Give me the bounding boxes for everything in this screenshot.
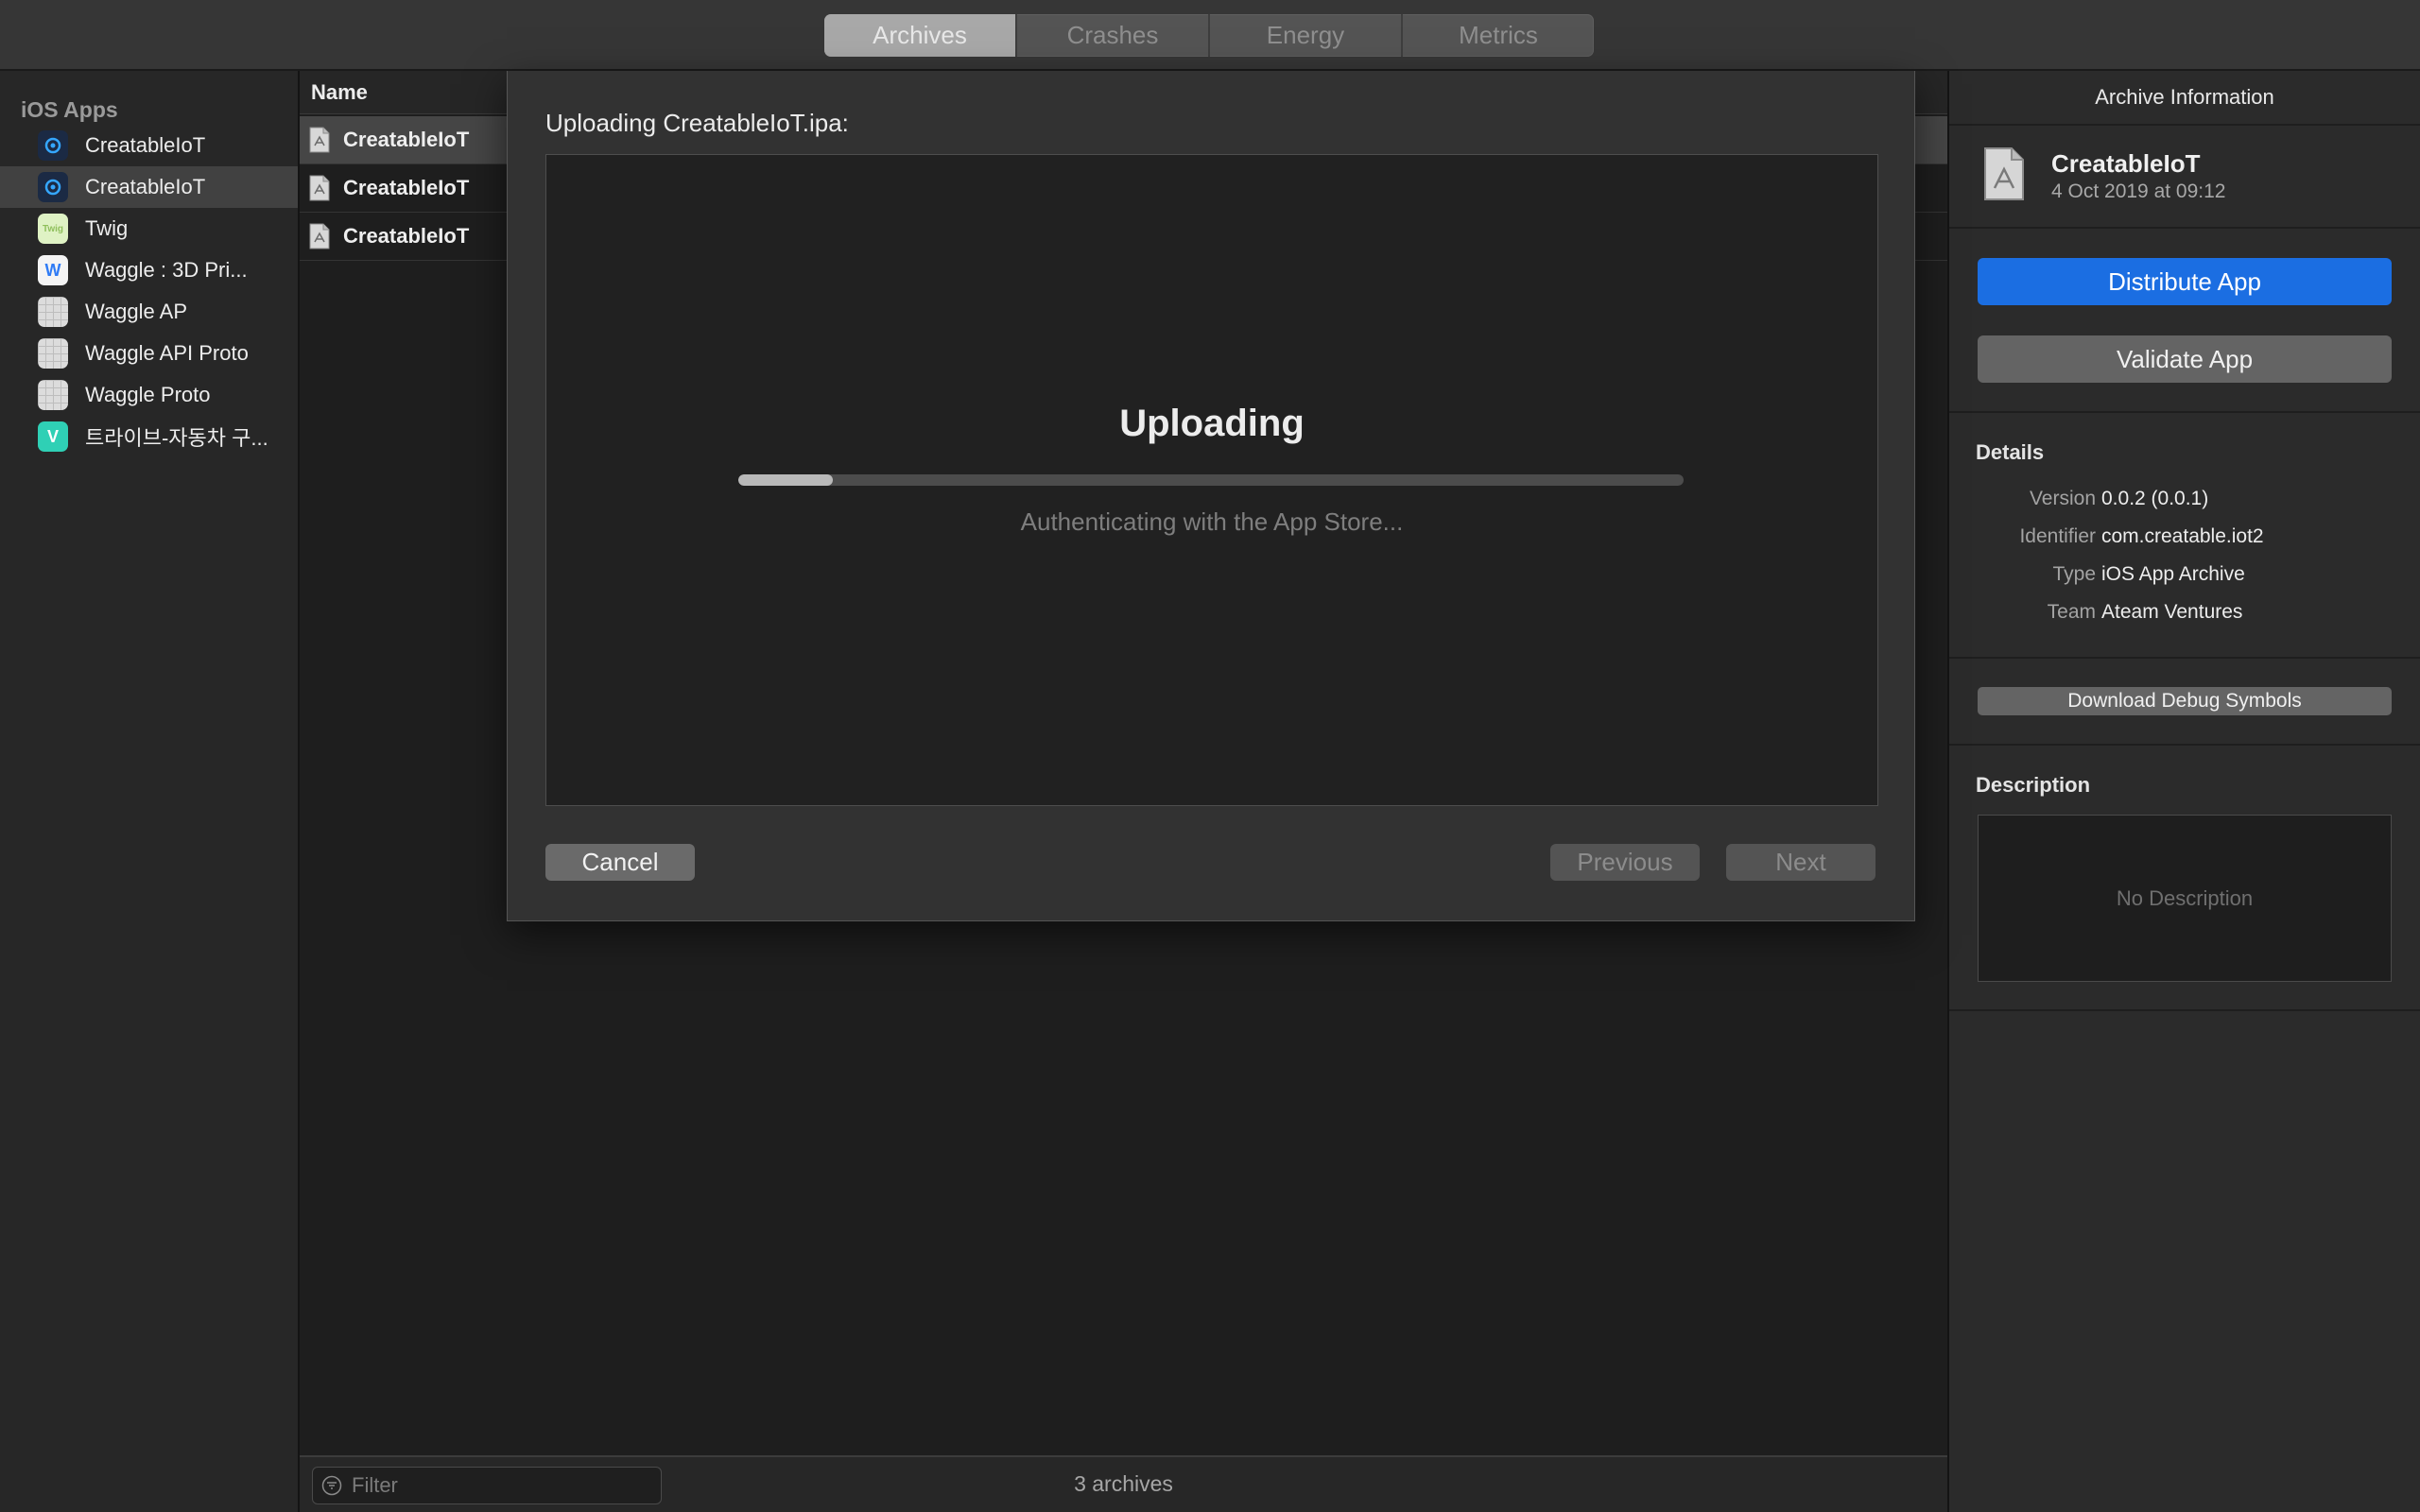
sheet-title: Uploading CreatableIoT.ipa: <box>545 109 849 137</box>
tab-energy[interactable]: Energy <box>1210 14 1403 57</box>
detail-identifier: Identifier com.creatable.iot2 <box>1949 525 2420 563</box>
detail-team: Team Ateam Ventures <box>1949 601 2420 639</box>
tab-metrics[interactable]: Metrics <box>1403 14 1594 57</box>
detail-value: Ateam Ventures <box>2101 601 2243 623</box>
detail-value: com.creatable.iot2 <box>2101 525 2264 547</box>
details-title: Details <box>1976 440 2045 464</box>
previous-button[interactable]: Previous <box>1550 844 1700 881</box>
detail-type: Type iOS App Archive <box>1949 563 2420 601</box>
archive-title: CreatableIoT <box>2051 149 2201 178</box>
divider <box>1949 1009 2420 1011</box>
sidebar-item-label: Waggle API Proto <box>85 341 249 365</box>
divider <box>1949 744 2420 746</box>
sidebar-item-waggle-proto[interactable]: Waggle Proto <box>0 374 298 416</box>
description-title: Description <box>1976 773 2091 797</box>
archive-name: CreatableIoT <box>343 224 470 248</box>
distribute-app-button[interactable]: Distribute App <box>1978 258 2392 305</box>
archive-name: CreatableIoT <box>343 176 470 199</box>
creatable-app-icon <box>38 130 68 161</box>
uploading-heading: Uploading <box>1119 403 1305 444</box>
bottom-bar: 3 archives <box>300 1455 1947 1512</box>
detail-key: Identifier <box>2019 525 2096 547</box>
detail-key: Type <box>2052 563 2096 585</box>
detail-version: Version 0.0.2 (0.0.1) <box>1949 488 2420 525</box>
detail-value: 0.0.2 (0.0.1) <box>2101 488 2209 509</box>
sidebar-item-twig[interactable]: Twig Twig <box>0 208 298 249</box>
tab-archives[interactable]: Archives <box>824 14 1017 57</box>
sidebar-item-waggle-api-proto[interactable]: Waggle API Proto <box>0 333 298 374</box>
archive-name: CreatableIoT <box>343 128 470 151</box>
sidebar-header: iOS Apps <box>21 97 118 122</box>
waggle-3d-app-icon: W <box>38 255 68 285</box>
toolbar: Archives Crashes Energy Metrics <box>0 0 2420 71</box>
sidebar-item-label: CreatableIoT <box>85 133 206 157</box>
detail-key: Version <box>2029 488 2096 509</box>
sidebar-item-label: CreatableIoT <box>85 175 206 198</box>
description-placeholder: No Description <box>2116 885 2254 910</box>
placeholder-app-icon <box>38 338 68 369</box>
sidebar-item-tribe[interactable]: V 트라이브-자동차 구... <box>0 416 298 457</box>
archive-date: 4 Oct 2019 at 09:12 <box>2051 180 2226 202</box>
cancel-button[interactable]: Cancel <box>545 844 695 881</box>
archive-inspector: Archive Information CreatableIoT 4 Oct 2… <box>1947 71 2420 1512</box>
description-field[interactable]: No Description <box>1978 815 2392 982</box>
upload-progress-bar <box>738 474 1684 486</box>
divider <box>1949 124 2420 126</box>
sidebar-item-label: Waggle Proto <box>85 383 211 406</box>
sidebar-item-label: 트라이브-자동차 구... <box>85 426 268 450</box>
archive-count: 3 archives <box>1074 1471 1173 1496</box>
detail-value: iOS App Archive <box>2101 563 2245 585</box>
archive-file-icon <box>309 175 330 201</box>
inspector-title: Archive Information <box>2095 85 2274 109</box>
sheet-content: Uploading Authenticating with the App St… <box>545 154 1878 806</box>
sidebar-item-label: Waggle : 3D Pri... <box>85 258 248 282</box>
creatable-app-icon <box>38 172 68 202</box>
sidebar-item-creatableiot[interactable]: CreatableIoT <box>0 125 298 166</box>
organizer-tab-bar: Archives Crashes Energy Metrics <box>824 14 1594 57</box>
archive-document-icon <box>1984 147 2024 200</box>
archive-file-icon <box>309 223 330 249</box>
placeholder-app-icon <box>38 380 68 410</box>
upload-sheet: Uploading CreatableIoT.ipa: Uploading Au… <box>507 71 1915 921</box>
sidebar-item-waggle-3d[interactable]: W Waggle : 3D Pri... <box>0 249 298 291</box>
divider <box>1949 411 2420 413</box>
sidebar-list: CreatableIoT CreatableIoT Twig Twig W Wa… <box>0 125 298 457</box>
archive-file-icon <box>309 127 330 153</box>
divider <box>1949 657 2420 659</box>
sidebar-item-waggle-ap[interactable]: Waggle AP <box>0 291 298 333</box>
sidebar: iOS Apps CreatableIoT CreatableIoT Twig … <box>0 71 300 1512</box>
upload-progress-fill <box>738 474 833 486</box>
detail-key: Team <box>2047 601 2096 623</box>
sidebar-item-creatableiot-selected[interactable]: CreatableIoT <box>0 166 298 208</box>
placeholder-app-icon <box>38 297 68 327</box>
next-button[interactable]: Next <box>1726 844 1876 881</box>
validate-app-button[interactable]: Validate App <box>1978 335 2392 383</box>
tab-crashes[interactable]: Crashes <box>1017 14 1210 57</box>
upload-status-text: Authenticating with the App Store... <box>1020 507 1404 536</box>
download-debug-symbols-button[interactable]: Download Debug Symbols <box>1978 687 2392 715</box>
sidebar-item-label: Waggle AP <box>85 300 188 323</box>
column-header-name[interactable]: Name <box>311 80 368 105</box>
tribe-app-icon: V <box>38 421 68 452</box>
sidebar-item-label: Twig <box>85 216 129 240</box>
divider <box>1949 227 2420 229</box>
twig-app-icon: Twig <box>38 214 68 244</box>
